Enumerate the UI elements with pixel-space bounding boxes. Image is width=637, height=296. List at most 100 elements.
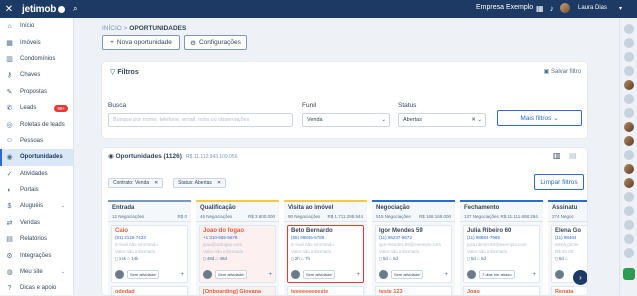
add-activity-icon[interactable]: + [532,272,536,278]
filter-chip-contract[interactable]: Contrato: Venda ✕ [108,178,164,188]
new-opportunity-button[interactable]: + Nova oportunidade [102,35,180,50]
card-email: E-mail não informado [291,242,334,247]
opportunity-card[interactable]: Renata(47) 3304 [551,286,587,295]
status-select[interactable]: Abertas ✕ ⌄ [398,113,486,127]
clear-filters-button[interactable]: Limpar filtros [534,174,584,190]
sidebar-item-meu-site[interactable]: ◍ Meu site ⌄ [0,264,73,280]
user-avatar-icon[interactable] [624,192,634,202]
list-view-icon[interactable]: ▤ [569,151,577,160]
sidebar-item-integracoes[interactable]: ⚙ Integrações [0,247,73,263]
card-phone[interactable]: (11) 95237-8672 [379,235,448,240]
sidebar-item-relatorios[interactable]: ▤ Relatórios [0,231,73,247]
sidebar-item-imoveis[interactable]: ▦ Imóveis [0,34,73,50]
close-icon[interactable]: ✕ [0,4,18,15]
sidebar-item-propostas[interactable]: ✎ Propostas [0,84,73,100]
save-filter-button[interactable]: ▣ Salvar filtro [544,68,581,75]
bell-icon[interactable]: ♪ [550,4,554,13]
sidebar-item-help[interactable]: ? Dicas e apoio [0,280,74,296]
avatar[interactable] [203,270,212,279]
user-avatar-icon[interactable] [624,206,634,216]
sidebar-item-vendas[interactable]: ⇄ Vendas [0,215,73,231]
user-avatar-icon[interactable] [624,38,634,48]
user-avatar-icon[interactable] [624,164,634,174]
user-avatar-icon[interactable] [624,178,634,188]
search-icon[interactable]: ⌕ [73,4,77,14]
user-avatar-icon[interactable] [624,150,634,160]
avatar[interactable] [115,270,124,279]
sidebar-item-atividades[interactable]: ✓ Atividades [0,166,73,182]
opportunity-card[interactable]: odedadTelefone não informado [111,286,188,295]
opportunity-card[interactable]: teeeeeeeeeste(47) 99914-6818 [287,286,364,295]
opportunity-card[interactable]: Caio (51) 2125-7433 E-mail não informado Va… [111,225,188,283]
chevron-down-icon: ⌄ [553,115,559,122]
column-count: 274 Negoc [552,214,574,219]
filter-chip-status[interactable]: Status: Abertas ✕ [173,178,227,188]
activity-tag[interactable]: Sem atividade! [391,270,424,279]
sidebar-item-oportunidades[interactable]: ◉ Oportunidades [0,149,73,166]
chevron-down-icon[interactable]: ▾ [619,5,622,12]
user-avatar-icon[interactable] [624,122,634,132]
close-icon[interactable]: ✕ [154,180,158,186]
card-phone[interactable]: +1 310-555-5678 [203,235,272,240]
sidebar-item-leads[interactable]: ✆ Leads 99+ [0,100,73,116]
user-avatar-icon[interactable] [624,234,634,244]
avatar[interactable] [555,270,564,279]
settings-button[interactable]: ⚙ Configurações [184,35,247,50]
sidebar-item-alugueis[interactable]: $ Aluguéis ⌄ [0,198,73,214]
sidebar-item-condominios[interactable]: ▥ Condomínios [0,51,73,67]
column-value: R$ 3.800.000 [247,214,275,219]
chevron-right-icon[interactable]: › [573,270,587,285]
close-icon[interactable]: ✕ [217,180,221,186]
activity-tag[interactable]: Sem atividade! [127,270,160,279]
chat-icon[interactable] [623,268,635,280]
avatar[interactable] [559,3,570,13]
user-avatar-icon[interactable] [624,220,634,230]
user-avatar-icon[interactable] [624,80,634,90]
add-activity-icon[interactable]: + [444,272,448,278]
card-phone[interactable]: (11) 98684-7995 [467,235,536,240]
search-input[interactable]: Busque por nome, telefone, email, nota o… [108,113,293,127]
opportunity-card[interactable]: Julia Ribeiro 60 (11) 98684-7995 julia.rib… [463,225,540,283]
add-activity-icon[interactable]: + [180,272,184,278]
more-filters-button[interactable]: Mais filtros ⌄ [497,110,582,126]
sidebar-item-portais[interactable]: ◐ Portais [0,182,73,198]
avatar[interactable] [291,270,300,279]
opportunity-card[interactable]: teste 123(47) 4322-3568 [375,286,452,295]
user-avatar-icon[interactable] [624,66,634,76]
activity-tag[interactable]: Sem atividade! [303,270,336,279]
card-phone[interactable]: (55) 99845-6789 [291,235,360,240]
opportunity-card[interactable]: Igor Mendes 59 (11) 95237-8672 igor.mendes… [375,225,452,283]
user-avatar-icon[interactable] [624,94,634,104]
sidebar-item-pessoas[interactable]: ☺ Pessoas [0,133,73,149]
user-avatar-icon[interactable] [624,136,634,146]
user-avatar-icon[interactable] [624,24,634,34]
app-logo[interactable]: jetimob [22,4,66,15]
add-activity-icon[interactable]: + [268,272,272,278]
card-name: Renata [555,289,574,295]
activity-tag[interactable]: Sem atividade! [215,270,248,279]
avatar[interactable] [379,270,388,279]
opportunity-card[interactable]: Joao(47) 99716-5433 [463,286,540,295]
user-avatar-icon[interactable] [624,108,634,118]
opportunity-card[interactable]: [Onboarding] Giovana(47) 3339-5645 [199,286,276,295]
apps-grid-icon[interactable]: ▦ [536,4,544,13]
add-activity-icon[interactable]: + [356,272,360,278]
kanban-view-icon[interactable]: ▥ [553,151,561,160]
sidebar-item-roletas-de-leads[interactable]: ◎ Roletas de leads [0,116,73,132]
breadcrumb-root[interactable]: INÍCIO [102,25,122,32]
funnel-select[interactable]: Venda ⌄ [302,113,390,127]
opportunity-card[interactable]: Beto Bernardo (55) 99845-6789 E-mail não i… [287,225,364,283]
opportunity-card[interactable]: Joao do fogao +1 310-555-5678 joao@dofogao… [199,225,276,283]
company-name[interactable]: Empresa Exemplo [476,4,533,11]
user-name[interactable]: Laura Dias [578,5,607,11]
user-avatar-icon[interactable] [624,248,634,258]
card-phone[interactable]: (51) 2125-7433 [115,235,184,240]
sidebar-item-label: Início [20,23,35,30]
sidebar-item-chaves[interactable]: ⚷ Chaves [0,67,73,83]
card-value: Valor não informado [379,249,420,254]
avatar[interactable] [467,270,476,279]
activity-tag[interactable]: 7 dias em atraso [479,270,515,279]
user-avatar-icon[interactable] [624,52,634,62]
sidebar-item-inicio[interactable]: ⌂ Início [0,18,73,34]
card-phone[interactable]: (11) 98464 [555,235,587,240]
